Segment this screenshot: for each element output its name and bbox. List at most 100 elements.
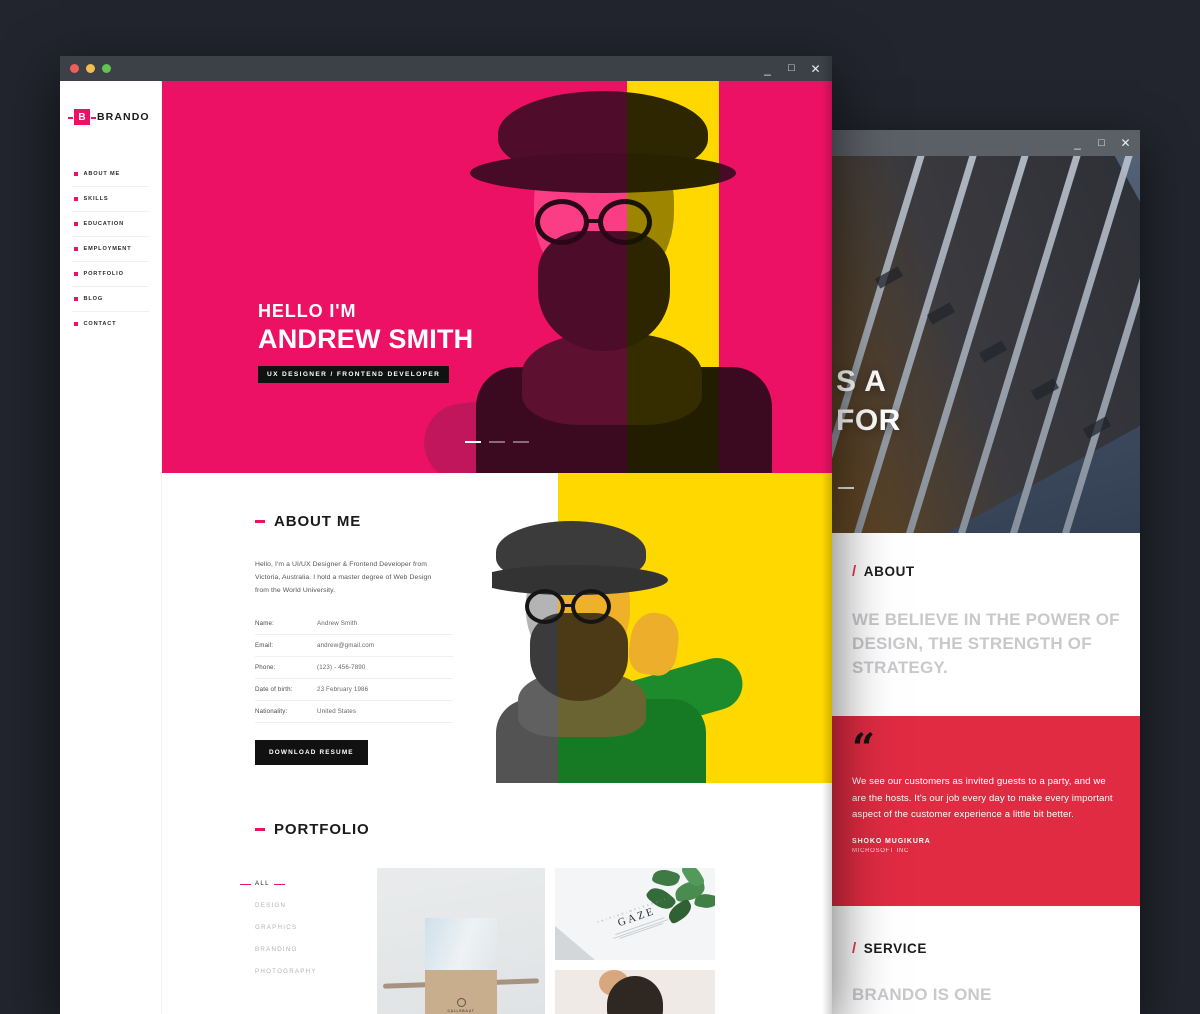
hero-greeting: HELLO I'M	[258, 301, 473, 322]
maximize-icon[interactable]: □	[1095, 138, 1108, 149]
hero2-line1: S A	[836, 362, 901, 402]
table-row: Date of birth: 23 February 1986	[255, 679, 453, 701]
minimize-icon[interactable]: _	[1071, 137, 1084, 149]
about-portrait-hand	[626, 610, 682, 678]
bullet-icon	[74, 322, 78, 326]
sidebar: B BRANDO ABOUT ME SKILLS EDUCATION EMPLO…	[60, 81, 162, 1014]
glasses-bridge	[563, 604, 574, 607]
slash-icon: /	[852, 563, 857, 580]
hero2-slider-indicator[interactable]	[838, 487, 854, 489]
brand-logo[interactable]: B BRANDO	[60, 109, 161, 125]
sidebar-item-contact[interactable]: CONTACT	[72, 312, 149, 336]
sidebar-item-about-me[interactable]: ABOUT ME	[72, 162, 149, 187]
hero-carousel-indicators[interactable]	[465, 441, 529, 443]
carousel-dash-3[interactable]	[513, 441, 529, 443]
heading-dash-icon	[255, 828, 265, 831]
traffic-lights[interactable]	[70, 64, 111, 73]
table-row: Name: Andrew Smith	[255, 613, 453, 635]
window2-titlebar[interactable]: _ □ ✕	[832, 130, 1140, 156]
row-key: Name:	[255, 620, 317, 627]
bullet-icon	[74, 197, 78, 201]
quote-mark-icon: “	[852, 738, 1120, 760]
sidebar-item-skills[interactable]: SKILLS	[72, 187, 149, 212]
portfolio-grid: CALLEBAUT T H I S I S S I M P L E A D D …	[377, 868, 715, 1014]
window2-hero-image: S A FOR	[832, 156, 1140, 533]
sidebar-item-blog[interactable]: BLOG	[72, 287, 149, 312]
service-label-text: SERVICE	[864, 941, 927, 956]
about-statement: WE BELIEVE IN THE POWER OF DESIGN, THE S…	[852, 608, 1120, 680]
box-logo-caption: CALLEBAUT	[447, 1009, 475, 1013]
download-resume-button[interactable]: DOWNLOAD RESUME	[255, 740, 368, 765]
sidebar-item-portfolio[interactable]: PORTFOLIO	[72, 262, 149, 287]
row-key: Nationality:	[255, 708, 317, 715]
carousel-dash-2[interactable]	[489, 441, 505, 443]
logo-text: BRANDO	[97, 111, 150, 123]
quote-text: We see our customers as invited guests t…	[852, 774, 1120, 824]
hero-banner: HELLO I'M ANDREW SMITH UX DESIGNER / FRO…	[162, 81, 832, 473]
browser-window-primary[interactable]: _ □ ✕ B BRANDO ABOUT ME SKILLS EDUCATION…	[60, 56, 832, 1014]
window2-content: / ABOUT WE BELIEVE IN THE POWER OF DESIG…	[832, 533, 1140, 1008]
close-icon[interactable]: ✕	[809, 63, 822, 75]
about-section: ABOUT ME Hello, I'm a UI/UX Designer & F…	[162, 473, 832, 783]
portfolio-filter-photography[interactable]: PHOTOGRAPHY	[255, 961, 317, 982]
portfolio-item-gaze[interactable]: T H I S I S S I M P L E A D D I C T GAZE	[555, 868, 715, 960]
portfolio-item-packaging[interactable]: CALLEBAUT	[377, 868, 545, 1014]
glasses-icon	[535, 199, 589, 245]
row-key: Phone:	[255, 664, 317, 671]
portrait-hat-brim	[470, 153, 736, 193]
about-photo-panel	[492, 473, 832, 783]
sidebar-item-employment[interactable]: EMPLOYMENT	[72, 237, 149, 262]
sidebar-nav: ABOUT ME SKILLS EDUCATION EMPLOYMENT POR…	[60, 162, 161, 336]
portfolio-filter-list: ALL DESIGN GRAPHICS BRANDING PHOTOGRAPHY	[255, 868, 351, 1014]
sidebar-item-label: SKILLS	[84, 196, 109, 202]
sidebar-item-label: CONTACT	[84, 321, 117, 327]
logo-mark-icon: B	[74, 109, 90, 125]
about-heading: ABOUT ME	[255, 513, 492, 530]
row-value: (123) - 456-7890	[317, 664, 366, 671]
about-label-text: ABOUT	[864, 564, 915, 579]
zoom-dot-icon[interactable]	[102, 64, 111, 73]
minimize-dot-icon[interactable]	[86, 64, 95, 73]
bullet-icon	[74, 247, 78, 251]
carousel-dash-1[interactable]	[465, 441, 481, 443]
sidebar-item-education[interactable]: EDUCATION	[72, 212, 149, 237]
about-paragraph: Hello, I'm a UI/UX Designer & Frontend D…	[255, 558, 441, 597]
service-statement: BRANDO IS ONE	[852, 983, 1120, 1007]
close-icon[interactable]: ✕	[1119, 137, 1132, 149]
row-value: United States	[317, 708, 356, 715]
browser-window-secondary[interactable]: _ □ ✕ S A FOR / ABOUT WE BELIEVE IN THE …	[832, 130, 1140, 1014]
service-section-label: / SERVICE	[852, 940, 1120, 957]
circle-emblem-icon	[457, 998, 466, 1007]
box-lid	[425, 918, 497, 970]
sidebar-item-label: EMPLOYMENT	[84, 246, 132, 252]
portfolio-title: PORTFOLIO	[274, 821, 370, 838]
portfolio-item-portrait[interactable]	[555, 970, 715, 1014]
about-section-label: / ABOUT	[852, 563, 1120, 580]
slash-icon: /	[852, 940, 857, 957]
hero-name: ANDREW SMITH	[258, 324, 473, 355]
leaf-icon	[651, 868, 681, 890]
about-text-column: ABOUT ME Hello, I'm a UI/UX Designer & F…	[162, 473, 492, 783]
portfolio-filter-design[interactable]: DESIGN	[255, 895, 286, 916]
glasses-icon	[571, 589, 611, 624]
portfolio-filter-branding[interactable]: BRANDING	[255, 939, 298, 960]
table-row: Phone: (123) - 456-7890	[255, 657, 453, 679]
row-key: Date of birth:	[255, 686, 317, 693]
bullet-icon	[74, 222, 78, 226]
minimize-icon[interactable]: _	[761, 63, 774, 75]
bullet-icon	[74, 272, 78, 276]
row-value: andrew@gmail.com	[317, 642, 374, 649]
about-portrait-image	[492, 521, 792, 783]
maximize-icon[interactable]: □	[785, 63, 798, 74]
window2-hero-heading: S A FOR	[832, 362, 901, 441]
portfolio-filter-graphics[interactable]: GRAPHICS	[255, 917, 297, 938]
glasses-bridge	[588, 219, 602, 223]
bullet-icon	[74, 172, 78, 176]
window1-titlebar[interactable]: _ □ ✕	[60, 56, 832, 81]
sidebar-item-label: ABOUT ME	[84, 171, 121, 177]
page-corner-fold	[555, 926, 595, 960]
portfolio-filter-all[interactable]: ALL	[255, 873, 270, 894]
hero2-line2: FOR	[836, 401, 901, 441]
about-title: ABOUT ME	[274, 513, 361, 530]
close-dot-icon[interactable]	[70, 64, 79, 73]
